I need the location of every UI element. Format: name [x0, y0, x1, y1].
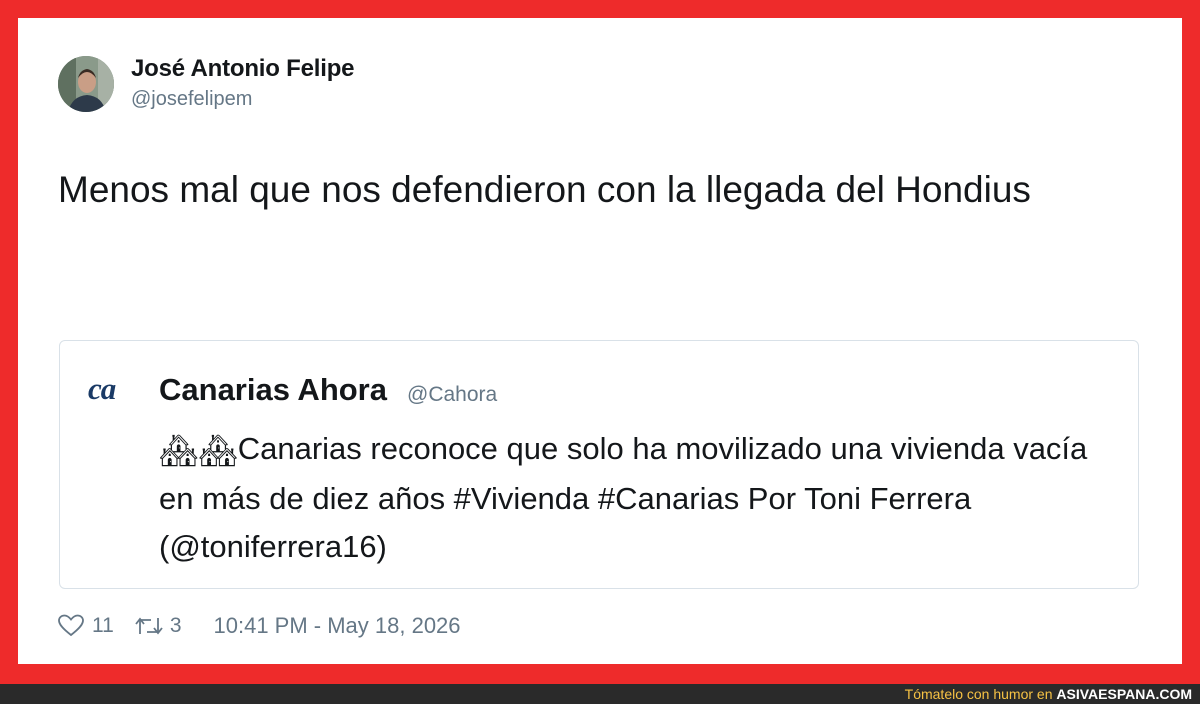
- canarias-ahora-logo: ca: [88, 371, 116, 406]
- tweet-card: José Antonio Felipe @josefelipem Menos m…: [18, 18, 1182, 664]
- avatar-image: [58, 56, 114, 112]
- houses-emoji: 🏘🏘: [159, 433, 238, 468]
- watermark-lead: Tómatelo con humor en: [904, 686, 1053, 702]
- quoted-author-handle[interactable]: @Cahora: [407, 383, 497, 407]
- quoted-tweet[interactable]: ca Canarias Ahora @Cahora 🏘🏘Canarias rec…: [59, 340, 1139, 589]
- timestamp[interactable]: 10:41 PM - May 18, 2026: [214, 613, 461, 639]
- retweet-count: 3: [169, 614, 182, 637]
- like-count: 11: [92, 614, 114, 637]
- author-handle[interactable]: @josefelipem: [131, 88, 252, 111]
- quoted-text-body: Canarias reconoce que solo ha movilizado…: [159, 431, 1088, 564]
- retweet-icon[interactable]: [134, 615, 164, 637]
- tweet-footer: 11 3 10:41 PM - May 18, 2026: [58, 613, 461, 639]
- quoted-author-name[interactable]: Canarias Ahora: [159, 372, 387, 408]
- author-name[interactable]: José Antonio Felipe: [131, 55, 355, 83]
- tweet-text: Menos mal que nos defendieron con la lle…: [58, 169, 1031, 210]
- watermark-site[interactable]: ASIVAESPANA.COM: [1056, 686, 1192, 702]
- heart-icon[interactable]: [58, 614, 84, 638]
- avatar[interactable]: [58, 56, 114, 112]
- quoted-tweet-text: 🏘🏘Canarias reconoce que solo ha moviliza…: [159, 425, 1109, 571]
- watermark: Tómatelo con humor en ASIVAESPANA.COM: [905, 686, 1192, 702]
